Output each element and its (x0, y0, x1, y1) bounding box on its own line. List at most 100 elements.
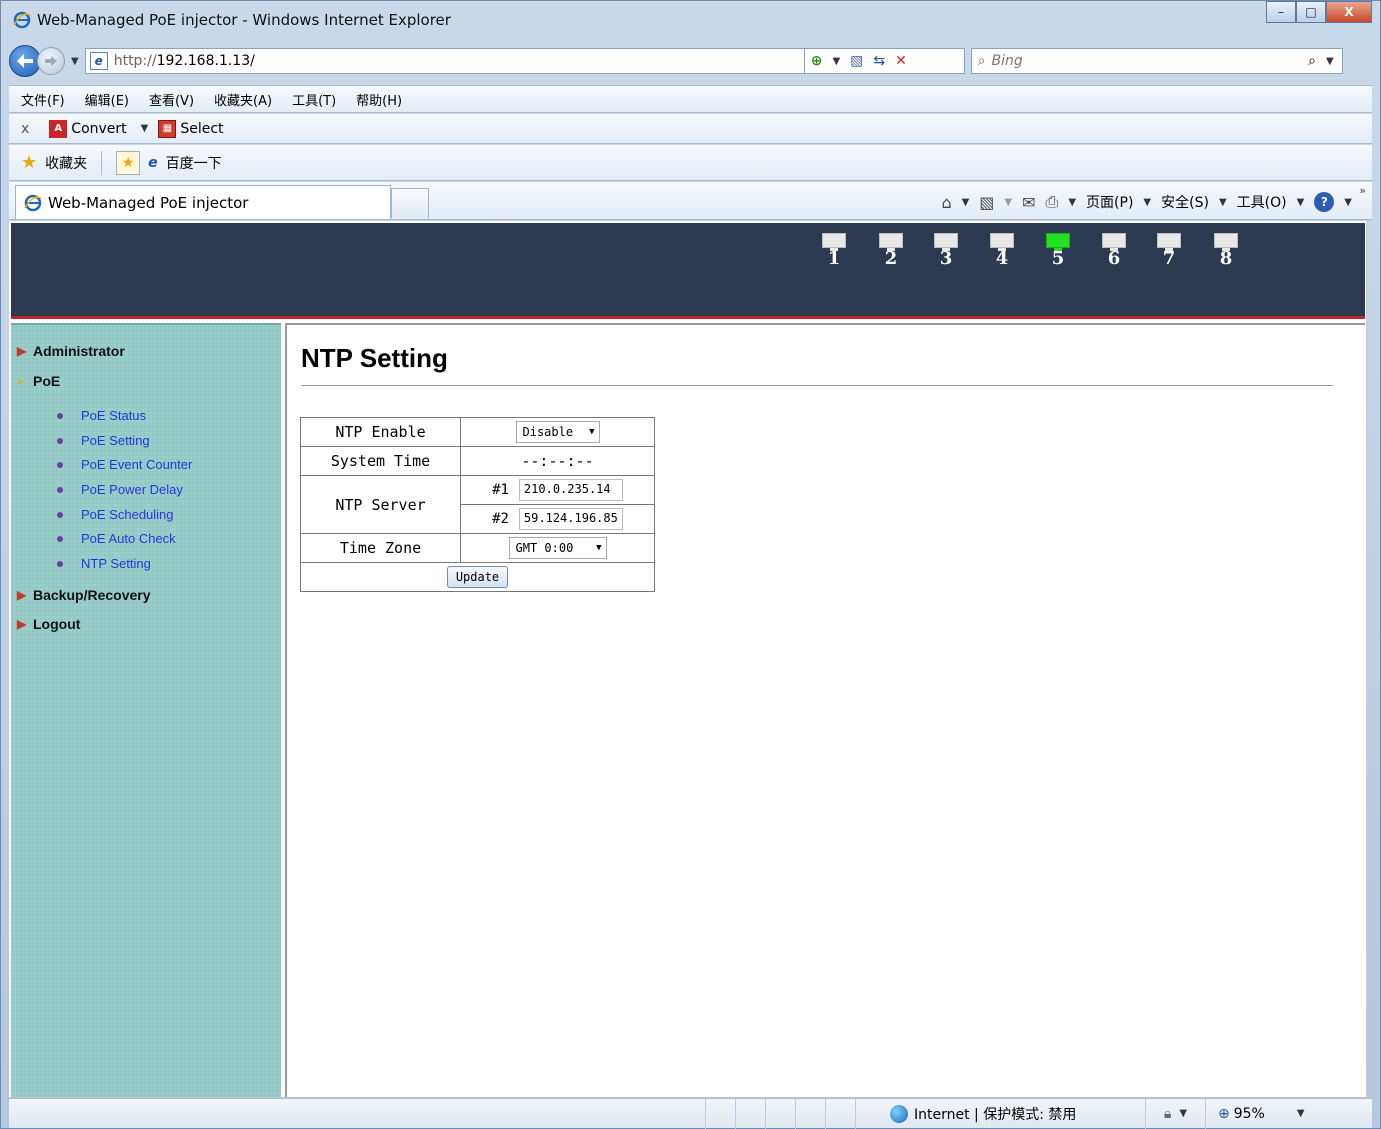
sidebar-link-label: PoE Status (81, 408, 147, 423)
port-8[interactable]: 8 (1211, 233, 1241, 268)
sidebar-item-poe[interactable]: » PoE (17, 373, 60, 389)
stop-icon[interactable]: ✕ (895, 53, 907, 69)
bullet-icon (57, 535, 63, 542)
search-icon[interactable]: ⌕ (1308, 53, 1316, 69)
sidebar-link-poe-setting[interactable]: PoE Setting (57, 433, 150, 448)
maximize-button[interactable]: □ (1296, 1, 1326, 23)
time-zone-cell: GMT 0:00 ▼ (460, 533, 655, 563)
rss-icon[interactable]: ▧ (850, 53, 863, 69)
port-1[interactable]: 1 (819, 233, 849, 268)
port-6[interactable]: 6 (1099, 233, 1129, 268)
convert-dropdown[interactable]: ▼ (141, 123, 149, 134)
add-favorite-icon[interactable]: ★ (116, 150, 141, 175)
protected-mode-cell[interactable]: 🔒︎ ▼ (1146, 1098, 1206, 1129)
sidebar-link-poe-power-delay[interactable]: PoE Power Delay (57, 482, 183, 497)
refresh-icon[interactable]: ⇆ (873, 53, 885, 69)
minimize-button[interactable]: – (1266, 1, 1296, 23)
forward-button[interactable] (37, 47, 65, 75)
window-title: Web-Managed PoE injector - Windows Inter… (37, 11, 451, 29)
sidebar-link-poe-status[interactable]: PoE Status (57, 408, 146, 423)
port-7[interactable]: 7 (1154, 233, 1184, 268)
select-button[interactable]: Select (180, 121, 223, 137)
address-bar[interactable]: e http://192.168.1.13/ (84, 48, 805, 74)
arrow-right-icon: ▶ (17, 588, 27, 602)
search-options-dropdown[interactable]: ▼ (1326, 56, 1334, 67)
compat-icon[interactable]: ⊕ (811, 53, 823, 69)
sidebar-link-poe-event-counter[interactable]: PoE Event Counter (57, 457, 192, 472)
recent-pages-dropdown[interactable]: ▼ (71, 56, 79, 67)
ntp-server-1-input[interactable]: 210.0.235.14 (518, 479, 623, 501)
menu-view[interactable]: 查看(V) (149, 90, 194, 109)
help-icon[interactable]: ? (1314, 192, 1335, 212)
ntp-enable-select[interactable]: Disable ▼ (515, 421, 600, 443)
menu-bar: 文件(F) 编辑(E) 查看(V) 收藏夹(A) 工具(T) 帮助(H) (9, 85, 1372, 113)
compat-dropdown[interactable]: ▼ (832, 56, 840, 67)
page-menu[interactable]: 页面(P) (1086, 192, 1133, 212)
more-commands-icon[interactable]: » (1359, 184, 1366, 197)
home-icon[interactable]: ⌂ (941, 193, 951, 212)
help-dropdown[interactable]: ▼ (1344, 197, 1352, 208)
favorite-link-baidu[interactable]: 百度一下 (166, 153, 222, 173)
safety-menu[interactable]: 安全(S) (1161, 192, 1209, 212)
back-arrow-icon (17, 54, 33, 68)
toolbar-close-icon[interactable]: x (21, 121, 29, 137)
zoom-control[interactable]: ⊕ 95% ▼ (1206, 1106, 1305, 1122)
menu-tools[interactable]: 工具(T) (292, 90, 336, 109)
convert-button[interactable]: Convert (71, 121, 126, 137)
home-dropdown[interactable]: ▼ (962, 197, 970, 208)
update-button[interactable]: Update (446, 566, 509, 588)
status-cell (796, 1098, 826, 1129)
table-row: NTP Server #1 210.0.235.14 (300, 475, 655, 534)
favorites-bar: ★ 收藏夹 ★ e 百度一下 (9, 145, 1372, 181)
ntp-server-2-input[interactable]: 59.124.196.85 (518, 508, 623, 530)
tools-menu[interactable]: 工具(O) (1237, 192, 1287, 212)
menu-favorites[interactable]: 收藏夹(A) (214, 90, 272, 109)
print-icon[interactable]: ⎙ (1046, 192, 1059, 212)
page-menu-dropdown[interactable]: ▼ (1143, 197, 1151, 208)
close-button[interactable]: X (1326, 1, 1372, 23)
sidebar-item-logout[interactable]: ▶ Logout (17, 616, 80, 632)
search-input[interactable]: Bing (992, 53, 1309, 69)
sidebar-link-label: PoE Power Delay (81, 482, 183, 497)
tab-web-managed-poe[interactable]: Web-Managed PoE injector (15, 185, 391, 219)
update-cell: Update (300, 562, 655, 592)
menu-edit[interactable]: 编辑(E) (85, 90, 129, 109)
sidebar-item-administrator[interactable]: ▶ Administrator (17, 343, 125, 359)
feeds-dropdown[interactable]: ▼ (1004, 197, 1012, 208)
port-2[interactable]: 2 (876, 233, 906, 268)
tools-menu-dropdown[interactable]: ▼ (1297, 197, 1305, 208)
zoom-dropdown[interactable]: ▼ (1297, 1108, 1305, 1119)
feeds-icon[interactable]: ▧ (979, 193, 994, 212)
tab-row: Web-Managed PoE injector ⌂ ▼ ▧ ▼ ✉ ⎙ ▼ 页… (9, 182, 1372, 220)
bullet-icon (57, 486, 63, 493)
protected-mode-dropdown[interactable]: ▼ (1179, 1108, 1187, 1119)
sidebar-link-poe-scheduling[interactable]: PoE Scheduling (57, 507, 174, 522)
sidebar-item-backup-recovery[interactable]: ▶ Backup/Recovery (17, 587, 151, 603)
port-monitor-icon (1214, 233, 1238, 251)
internet-explorer-icon (13, 11, 31, 29)
select-value: Disable (522, 425, 574, 439)
ntp-settings-table: NTP Enable Disable ▼ System Time --:--:-… (300, 417, 655, 592)
internet-explorer-icon (24, 194, 42, 211)
table-row: System Time --:--:-- (300, 446, 655, 476)
port-monitor-icon (1102, 233, 1126, 251)
menu-help[interactable]: 帮助(H) (356, 90, 402, 109)
sidebar-link-ntp-setting[interactable]: NTP Setting (57, 556, 151, 571)
print-dropdown[interactable]: ▼ (1068, 197, 1076, 208)
menu-file[interactable]: 文件(F) (21, 90, 65, 109)
address-tools: ⊕ ▼ ▧ ⇆ ✕ (804, 48, 965, 74)
port-3[interactable]: 3 (931, 233, 961, 268)
ntp-enable-cell: Disable ▼ (460, 417, 655, 447)
time-zone-select[interactable]: GMT 0:00 ▼ (508, 537, 607, 559)
search-bar[interactable]: ⌕ Bing ⌕ ▼ (970, 48, 1343, 74)
port-4[interactable]: 4 (987, 233, 1017, 268)
new-tab-button[interactable] (391, 188, 429, 218)
port-5[interactable]: 5 (1043, 233, 1073, 268)
page-icon: e (148, 154, 158, 171)
sidebar-link-poe-auto-check[interactable]: PoE Auto Check (57, 531, 176, 546)
safety-menu-dropdown[interactable]: ▼ (1219, 197, 1227, 208)
select-icon: ▦ (158, 119, 177, 138)
favorites-button[interactable]: 收藏夹 (45, 153, 87, 173)
mail-icon[interactable]: ✉ (1022, 193, 1035, 212)
security-zone[interactable]: Internet | 保护模式: 禁用 (856, 1098, 1146, 1129)
